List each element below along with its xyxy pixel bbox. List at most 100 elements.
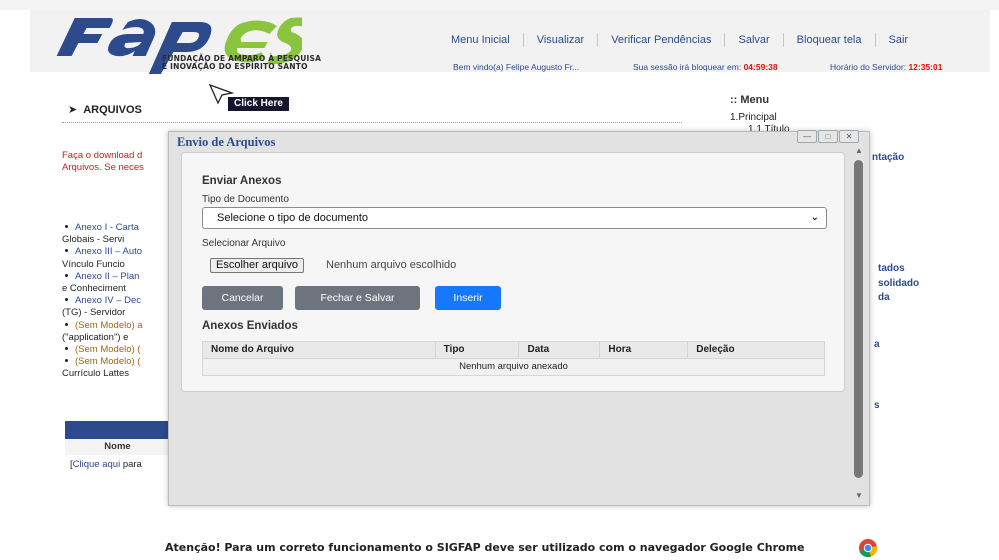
bullet-icon: [65, 224, 68, 228]
files-table-col-nome: Nome: [65, 439, 170, 455]
nav-menu-inicial[interactable]: Menu Inicial: [438, 33, 523, 47]
bullet-icon: [65, 347, 68, 351]
attachments-table: Nome do Arquivo Tipo Data Hora Deleção N…: [202, 341, 825, 376]
minimize-icon[interactable]: —: [797, 130, 817, 143]
bullet-icon: [65, 359, 68, 363]
nav-visualizar[interactable]: Visualizar: [522, 33, 598, 47]
attachments-table-header: Nome do Arquivo Tipo Data Hora Deleção: [202, 341, 825, 359]
col-tipo: Tipo: [436, 342, 520, 358]
document-type-label: Tipo de Documento: [202, 194, 289, 205]
cancel-button[interactable]: Cancelar: [202, 286, 283, 310]
annex-list-item-text: e Conheciment: [62, 283, 126, 295]
annex-list-item-text: (TG) - Servidor: [62, 307, 126, 319]
logo-subtitle: FUNDAÇÃO DE AMPARO À PESQUISA E INOVAÇÃO…: [162, 55, 321, 71]
click-here-line: [Clique aqui para: [70, 459, 170, 470]
annex-list-item-text: Anexo III – Auto: [75, 246, 143, 258]
scroll-down-icon[interactable]: ▼: [855, 491, 863, 500]
side-menu-item-principal[interactable]: 1.Principal: [730, 112, 777, 123]
annex-list-item-text: (Sem Modelo) a: [75, 319, 143, 331]
click-here-link[interactable]: Clique aqui: [73, 459, 121, 470]
insert-button[interactable]: Inserir: [435, 286, 501, 310]
session-lock-status: Sua sessão irá bloquear em: 04:59:38: [633, 62, 778, 72]
annex-list: Anexo I - Carta Globais - Servi Anexo III …: [62, 222, 172, 381]
file-status: Nenhum arquivo escolhido: [326, 259, 457, 271]
col-hora: Hora: [600, 342, 689, 358]
dialog-title: Envio de Arquivos: [177, 135, 276, 149]
annex-list-item[interactable]: (Sem Modelo) (: [62, 344, 172, 356]
close-and-save-button[interactable]: Fechar e Salvar: [295, 286, 420, 310]
annex-list-item[interactable]: (Sem Modelo) (: [62, 356, 172, 368]
annex-list-item[interactable]: Anexo IV – Dec: [62, 295, 172, 307]
server-time-label: Horário do Servidor:: [830, 62, 907, 72]
annex-list-item[interactable]: (Sem Modelo) a: [62, 320, 172, 332]
files-table-header-bar: [65, 421, 170, 439]
logo-subtitle-line2: E INOVAÇÃO DO ESPÍRITO SANTO: [162, 62, 308, 71]
nav-sair[interactable]: Sair: [874, 33, 922, 47]
annex-list-item-text: Anexo I - Carta: [75, 222, 139, 233]
file-select-label: Selecionar Arquivo: [202, 238, 286, 249]
nav-verificar-pendencias[interactable]: Verificar Pendências: [597, 33, 724, 47]
bullet-icon: [65, 249, 68, 253]
top-navigation: Menu Inicial Visualizar Verificar Pendên…: [438, 33, 921, 47]
document-type-value: Selecione o tipo de documento: [217, 212, 369, 224]
session-timer: 04:59:38: [743, 62, 778, 72]
arrow-right-icon: ➤: [68, 104, 78, 116]
scroll-up-icon[interactable]: ▲: [855, 146, 863, 155]
annex-list-item: Vínculo Funcio: [62, 259, 172, 271]
bullet-icon: [65, 273, 68, 277]
click-here-tooltip: Click Here: [228, 97, 289, 111]
section-title: ➤ ARQUIVOS: [68, 103, 142, 116]
session-label: Sua sessão irá bloquear em:: [633, 62, 742, 72]
dialog-scrollbar[interactable]: ▲ ▼: [853, 146, 865, 502]
annex-list-item: Currículo Lattes: [62, 368, 172, 380]
annex-list-item-text: Anexo IV – Dec: [75, 295, 142, 307]
chevron-down-icon: ⌄: [810, 212, 819, 223]
divider: [62, 122, 682, 123]
col-data: Data: [519, 342, 601, 358]
choose-file-button[interactable]: Escolher arquivo: [210, 258, 304, 273]
browser-warning: Atenção! Para um correto funcionamento o…: [165, 541, 805, 554]
side-menu-item-fragment[interactable]: a: [874, 339, 880, 350]
annex-list-item: ("application") e: [62, 332, 172, 344]
annex-list-item: e Conheciment: [62, 283, 172, 295]
empty-table-message: Nenhum arquivo anexado: [202, 359, 825, 376]
nav-salvar[interactable]: Salvar: [724, 33, 782, 47]
col-nome-arquivo: Nome do Arquivo: [203, 342, 436, 358]
side-menu-item-fragment[interactable]: solidado: [878, 278, 919, 289]
side-menu-item-fragment[interactable]: ntação: [872, 152, 904, 163]
welcome-text: Bem vindo(a) Felipe Augusto Fr...: [453, 62, 580, 72]
nav-bloquear-tela[interactable]: Bloquear tela: [782, 33, 875, 47]
annex-list-item[interactable]: Anexo II – Plan: [62, 271, 172, 283]
sent-attachments-heading: Anexos Enviados: [202, 320, 298, 332]
page: FUNDAÇÃO DE AMPARO À PESQUISA E INOVAÇÃO…: [0, 0, 999, 560]
annex-list-item[interactable]: Anexo III – Auto: [62, 246, 172, 258]
annex-list-item-text: Globais - Servi: [62, 234, 125, 246]
annex-list-item: Globais - Servi: [62, 234, 172, 246]
download-instructions: Faça o download d Arquivos. Se neces: [62, 150, 172, 174]
side-menu-item-fragment[interactable]: da: [878, 292, 890, 303]
close-icon[interactable]: ✕: [839, 130, 859, 143]
upload-form-panel: Enviar Anexos Tipo de Documento Selecion…: [181, 152, 845, 392]
bullet-icon: [65, 298, 68, 302]
col-delecao: Deleção: [696, 344, 735, 355]
annex-list-item-text: Anexo II – Plan: [75, 270, 140, 282]
chrome-icon: [859, 539, 878, 558]
annex-list-item-text: ("application") e: [62, 331, 129, 343]
link-suffix: para: [120, 459, 142, 470]
side-menu-item-fragment[interactable]: tados: [878, 263, 905, 274]
annex-list-item: (TG) - Servidor: [62, 307, 172, 319]
scroll-thumb[interactable]: [854, 160, 863, 478]
server-time-status: Horário do Servidor: 12:35:01: [830, 62, 942, 72]
maximize-icon[interactable]: □: [818, 130, 838, 143]
window-controls: — □ ✕: [796, 130, 859, 143]
top-band: [0, 0, 999, 10]
side-menu-title: :: Menu: [730, 94, 770, 106]
document-type-select[interactable]: Selecione o tipo de documento ⌄: [202, 207, 827, 229]
bullet-icon: [65, 322, 68, 326]
annex-list-item-text: Vínculo Funcio: [62, 258, 125, 270]
annex-list-item-text: Currículo Lattes: [62, 368, 130, 380]
server-time-value: 12:35:01: [908, 62, 943, 72]
side-menu-item-fragment[interactable]: s: [874, 400, 880, 411]
download-instructions-line: Faça o download d: [62, 150, 143, 161]
annex-list-item[interactable]: Anexo I - Carta: [62, 222, 172, 234]
